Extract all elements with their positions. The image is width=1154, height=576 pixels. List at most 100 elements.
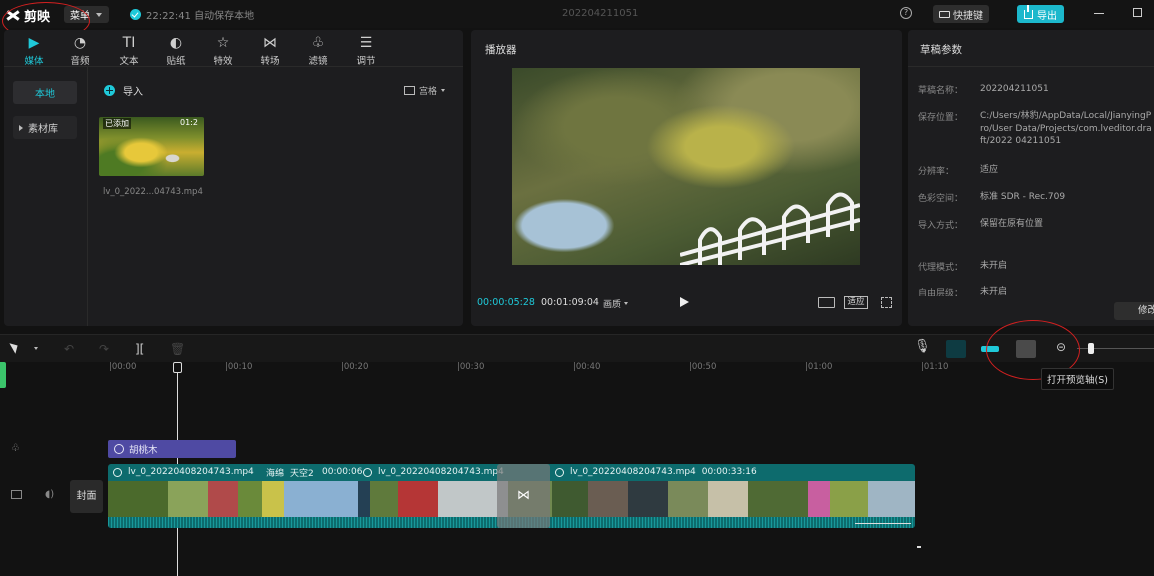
ruler-label: |01:00 [805,362,833,372]
minimize-icon[interactable] [1094,13,1104,14]
tab-text[interactable]: TI 文本 [109,34,149,68]
autosave-status: 22:22:41 自动保存本地 [130,7,254,22]
timeline-toolbar: ↶ ↷ ][ 🗑 🎙 ⊝ [0,334,1154,362]
playhead-handle[interactable] [173,362,182,373]
param-value: 标准 SDR - Rec.709 [980,192,1066,202]
sidebar-local-label: 本地 [35,89,55,100]
redo-icon[interactable]: ↷ [99,343,109,355]
quality-label: 画质 [603,300,622,310]
param-row: 草稿名称： 202204211051 [918,83,1154,96]
grid-icon [404,86,415,95]
param-row: 自由层级： 未开启 [918,286,1154,296]
split-icon[interactable]: ][ [135,343,144,355]
params-divider [908,66,1154,67]
sidebar-item-library[interactable]: 素材库 [13,116,77,139]
ruler-label: |00:00 [109,362,137,372]
param-value: 保留在原有位置 [980,219,1044,229]
param-key: 草稿名称： [918,86,964,96]
player-title: 播放器 [485,44,517,56]
param-key: 导入方式： [918,221,964,231]
check-icon [130,9,141,20]
volume-icon[interactable]: ◖) [45,489,54,500]
tab-transition[interactable]: ⋈ 转场 [250,34,290,68]
effects-icon: ☆ [216,34,230,51]
select-cursor-icon[interactable] [9,340,21,354]
param-value: C:/Users/林豹/AppData/Local/JianyingPro/Us… [980,111,1152,146]
auto-snap-icon[interactable] [946,340,966,358]
tab-media[interactable]: ▶ 媒体 [14,34,54,68]
param-row: 导入方式： 保留在原有位置 [918,218,1154,231]
tab-effects[interactable]: ☆ 特效 [203,34,243,68]
maximize-icon[interactable] [1133,8,1142,17]
param-row: 代理模式： 未开启 [918,260,1154,273]
transition-icon[interactable]: ⋈ [497,464,550,528]
expand-arrow-icon [19,124,23,131]
player-panel: 播放器 00:00:05:28 00:01:09:04 画质 适应 [471,30,902,326]
ruler-label: |00:30 [457,362,485,372]
param-value: 未开启 [980,261,1008,271]
import-label: 导入 [123,87,143,98]
undo-icon[interactable]: ↶ [64,343,74,355]
params-title: 草稿参数 [920,44,962,56]
project-name: 202204211051 [562,8,639,19]
filter-icon [114,444,124,454]
track-marker [0,362,6,388]
filter-icon: ♧ [311,34,325,51]
adjust-icon: ☰ [359,34,373,51]
audio-icon: ◔ [73,34,87,51]
sticker-icon: ◐ [169,34,183,51]
param-value: 202204211051 [980,84,1049,94]
cover-button[interactable]: 封面 [70,480,103,513]
clip-header: lv_0_20220408204743.mp4 [113,464,254,480]
param-key: 分辨率： [918,167,955,177]
total-time: 00:01:09:04 [541,297,599,308]
ruler-label: |00:40 [573,362,601,372]
play-icon[interactable] [680,297,689,307]
param-key: 自由层级： [918,289,964,296]
shortcut-label: 快捷键 [953,10,983,22]
waveform-icon[interactable] [818,297,835,308]
fit-ratio-button[interactable]: 适应 [844,296,868,309]
chevron-down-icon [96,12,102,17]
media-sidebar: 本地 素材库 [4,67,88,326]
volume-line [855,523,911,524]
fence-graphic [680,192,860,265]
filter-clip[interactable]: 胡桃木 [108,440,236,458]
export-icon [1024,4,1033,19]
sidebar-item-local[interactable]: 本地 [13,81,77,104]
param-row: 保存位置： C:/Users/林豹/AppData/Local/Jianying… [918,110,1154,148]
add-icon [104,85,115,96]
sidebar-library-label: 素材库 [28,124,58,135]
clip-header: lv_0_20220408204743.mp4 00:00:33:16 [555,464,757,480]
clip-name: 海绵 [266,468,285,479]
microphone-icon[interactable]: 🎙 [914,340,931,353]
quality-dropdown[interactable]: 画质 [603,297,629,310]
tab-sticker[interactable]: ◐ 贴纸 [156,34,196,68]
tab-audio[interactable]: ◔ 音频 [60,34,100,68]
export-button[interactable]: 导出 [1017,4,1064,23]
delete-icon[interactable]: 🗑 [170,343,185,355]
help-icon[interactable]: ? [900,7,912,19]
transition-icon: ⋈ [263,34,277,51]
track-end-marker [917,546,921,548]
video-track-icon[interactable] [11,490,22,499]
import-button[interactable]: 导入 [104,83,143,98]
modify-button[interactable]: 修改 [1114,302,1154,320]
media-icon: ▶ [28,34,40,51]
clip-name: lv_0_20220408204743.mp4 [128,467,254,477]
tooltip: 打开预览轴(S) [1041,368,1114,390]
thumbnail-duration: 01:2 [180,118,198,127]
clip-header: lv_0_20220408204743.mp4 [363,464,504,480]
chevron-down-icon[interactable] [34,347,38,350]
current-time: 00:00:05:28 [477,297,535,308]
fullscreen-icon[interactable] [881,297,892,308]
view-toggle[interactable]: 宫格 [404,84,446,97]
chevron-down-icon [624,302,629,305]
zoom-slider-handle[interactable] [1088,343,1094,354]
tab-adjust[interactable]: ☰ 调节 [346,34,386,68]
tab-filter[interactable]: ♧ 滤镜 [298,34,338,68]
param-row: 分辨率： 适应 [918,164,1154,177]
media-panel: ▶ 媒体 ◔ 音频 TI 文本 ◐ 贴纸 ☆ 特效 ⋈ 转场 ♧ 滤镜 ☰ 调节… [4,30,463,326]
video-preview[interactable] [512,68,860,265]
shortcut-button[interactable]: 快捷键 [933,5,989,23]
